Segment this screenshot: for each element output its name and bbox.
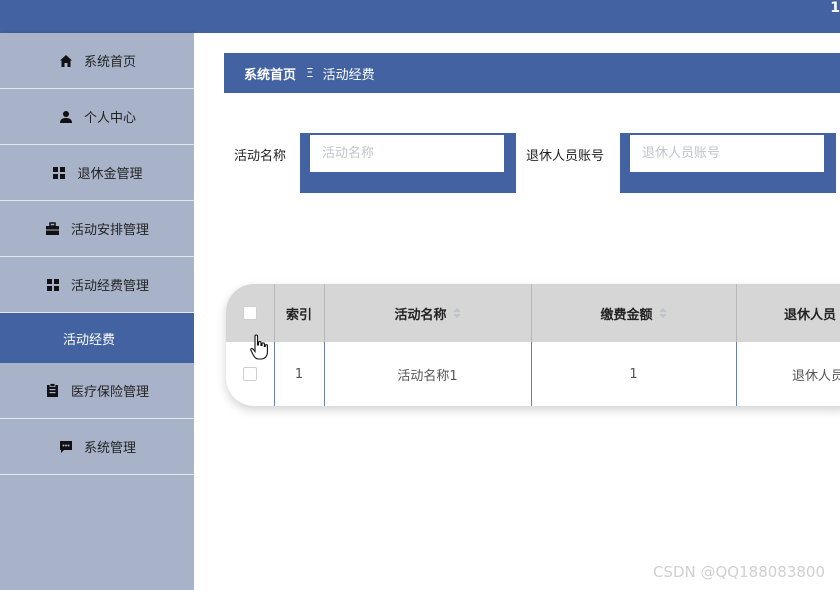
column-header-retiree-label: 退休人员 (784, 307, 837, 323)
column-divider (274, 284, 275, 342)
activity-name-field-frame (300, 133, 516, 193)
column-divider (324, 284, 325, 342)
sidebar-item-label: 活动经费 (62, 332, 115, 348)
retiree-account-field-frame (620, 133, 836, 193)
sidebar-item-label: 系统管理 (83, 441, 136, 456)
sort-icon[interactable] (452, 308, 461, 318)
retiree-account-input[interactable] (630, 135, 824, 172)
column-divider (531, 284, 532, 342)
sidebar-item-home[interactable]: 系统首页 (0, 33, 194, 89)
column-divider (736, 284, 737, 342)
sidebar-item-system-management[interactable]: 系统管理 (0, 419, 194, 475)
column-header-activity-name-label: 活动名称 (394, 307, 447, 323)
activity-name-label: 活动名称 (234, 149, 287, 164)
retiree-account-label: 退休人员账号 (526, 149, 605, 164)
table-cell-amount-value: 1 (629, 366, 638, 382)
column-header-index: 索引 (274, 284, 324, 342)
breadcrumb-home[interactable]: 系统首页 (244, 64, 296, 83)
grid-icon (45, 277, 61, 293)
sidebar-item-label: 个人中心 (83, 111, 136, 126)
sidebar-item-personal-center[interactable]: 个人中心 (0, 89, 194, 145)
briefcase-icon (45, 221, 61, 237)
data-table: 索引 活动名称 缴费金额 退休人员 1 活动名称1 1 退休人员 (226, 284, 840, 406)
sidebar-item-activity-funds[interactable]: 活动经费 (0, 313, 194, 363)
column-header-index-label: 索引 (285, 307, 312, 323)
column-header-retiree: 退休人员 (736, 284, 840, 342)
breadcrumb-current: 活动经费 (322, 67, 375, 83)
sidebar-item-label: 活动经费管理 (70, 279, 149, 294)
table-cell-retiree: 退休人员 (736, 342, 840, 406)
grid-icon (51, 165, 67, 181)
clipboard-icon (45, 383, 61, 399)
breadcrumb: 系统首页 Ξ 活动经费 (224, 53, 840, 93)
home-icon (58, 53, 74, 69)
column-header-amount-label: 缴费金额 (600, 307, 653, 323)
table-cell-activity-name-value: 活动名称1 (397, 368, 458, 384)
top-user-text[interactable]: 1 (830, 0, 840, 16)
watermark: CSDN @QQ188083800 (652, 563, 825, 581)
table-cell-amount: 1 (531, 342, 736, 406)
row-checkbox[interactable] (243, 367, 257, 381)
sort-icon[interactable] (658, 308, 667, 318)
sidebar-item-label: 医疗保险管理 (70, 385, 149, 400)
sidebar-item-activity-schedule[interactable]: 活动安排管理 (0, 201, 194, 257)
table-cell-index-value: 1 (294, 366, 304, 382)
hand-cursor-icon (250, 334, 268, 364)
sidebar-item-label: 退休金管理 (77, 167, 143, 182)
person-icon (58, 109, 74, 125)
sidebar-item-medical-insurance[interactable]: 医疗保险管理 (0, 363, 194, 419)
column-header-activity-name[interactable]: 活动名称 (324, 284, 531, 342)
top-bar: 1 (0, 0, 840, 33)
table-cell-index: 1 (274, 342, 324, 406)
sidebar-item-label: 系统首页 (83, 55, 136, 70)
sidebar-item-activity-funds-management[interactable]: 活动经费管理 (0, 257, 194, 313)
activity-name-input[interactable] (310, 135, 504, 172)
sidebar-item-pension-management[interactable]: 退休金管理 (0, 145, 194, 201)
table-cell-activity-name: 活动名称1 (324, 342, 531, 406)
sidebar-item-label: 活动安排管理 (70, 223, 149, 238)
sidebar: 系统首页 个人中心 退休金管理 活动安排管理 活动经费管理 活动经费 医疗保险管… (0, 33, 194, 590)
table-cell-retiree-value: 退休人员 (792, 368, 840, 384)
select-all-checkbox[interactable] (243, 306, 257, 320)
column-header-amount[interactable]: 缴费金额 (531, 284, 736, 342)
chat-icon (58, 439, 74, 455)
breadcrumb-separator-icon: Ξ (306, 66, 314, 80)
